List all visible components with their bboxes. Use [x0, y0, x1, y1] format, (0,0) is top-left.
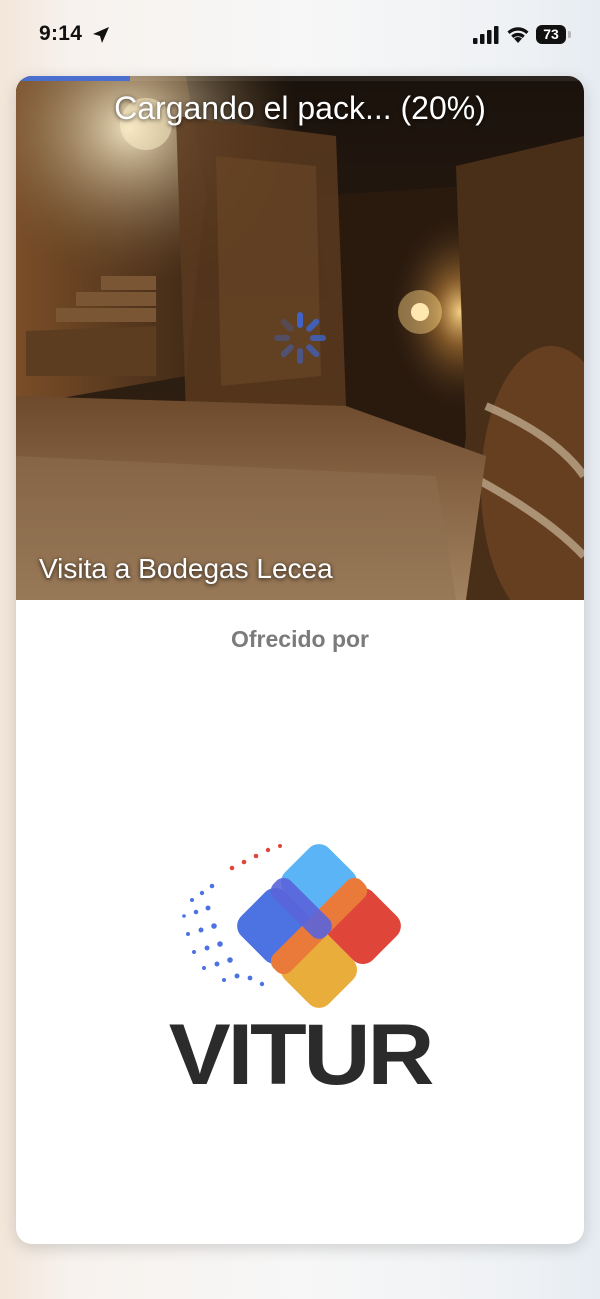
vitur-logo-wordmark: VITUR: [168, 1007, 435, 1103]
loading-spinner-icon: [272, 310, 328, 371]
loading-progress-fill: [16, 76, 130, 81]
loading-status-text: Cargando el pack... (20%): [114, 90, 486, 126]
wifi-icon: [506, 24, 530, 48]
battery-cap: [568, 31, 571, 38]
location-arrow-icon: [92, 26, 110, 49]
vitur-logo-icon: [174, 838, 424, 1018]
status-time: 9:14: [39, 22, 83, 45]
battery-icon: 73: [536, 25, 566, 44]
tour-hero-image: Cargando el pack... (20%) Visita a Bodeg…: [16, 76, 584, 600]
offered-by-label: Ofrecido por: [230, 626, 369, 652]
battery-level: 73: [543, 26, 559, 42]
tour-title: Visita a Bodegas Lecea: [39, 553, 333, 584]
pack-card: Cargando el pack... (20%) Visita a Bodeg…: [16, 76, 584, 1244]
status-bar: 9:14 73: [0, 0, 600, 72]
loading-progress-bar: [16, 76, 584, 81]
cellular-signal-icon: [473, 26, 499, 49]
